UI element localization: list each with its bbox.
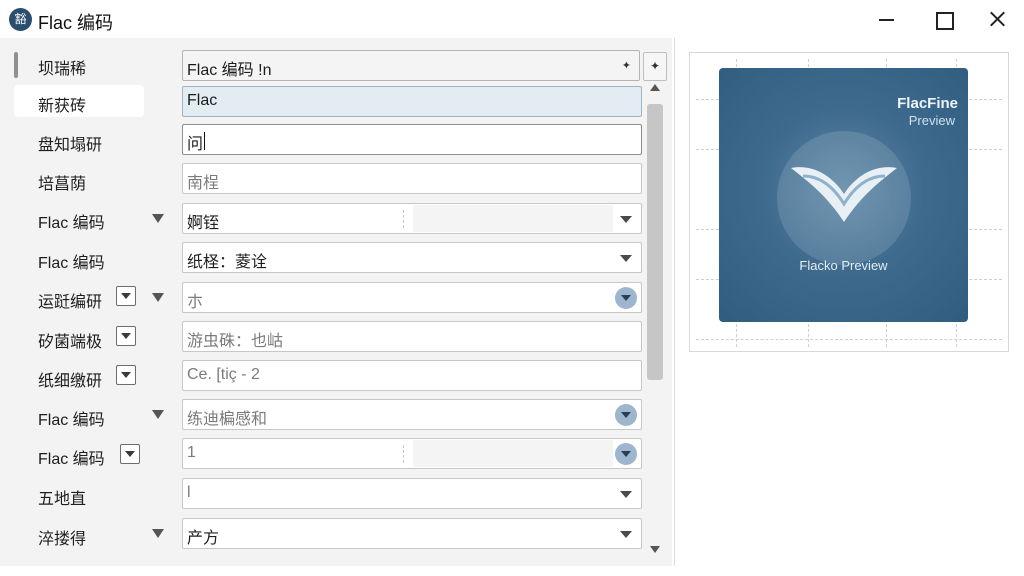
settings-panel: 坝瑞稀 Flac 编码 !n ✦ ✦ 新获砖 Flac 盘知塌研 问 培菖荫 南… bbox=[0, 38, 672, 566]
vertical-scrollbar[interactable] bbox=[645, 84, 665, 560]
title-bar: 豁 Flac 编码 bbox=[0, 0, 1024, 38]
field-value: 朩 bbox=[187, 294, 204, 311]
expand-arrow-icon[interactable] bbox=[152, 410, 164, 419]
scroll-down-arrow-icon[interactable] bbox=[650, 546, 660, 553]
row-label: Flac 编码 bbox=[38, 451, 105, 468]
setting-row-label: Flac 编码 bbox=[14, 399, 144, 431]
chevron-down-icon[interactable] bbox=[620, 255, 632, 262]
row-label: 新获砖 bbox=[38, 98, 87, 115]
app-logo-icon: 豁 bbox=[9, 8, 32, 31]
dropdown-select[interactable]: 练迪楄感和 bbox=[182, 399, 642, 430]
dropdown-circle-icon[interactable] bbox=[615, 404, 637, 426]
text-field[interactable]: 游虫硃：也岵 bbox=[182, 321, 642, 352]
text-field[interactable]: Ce. [tiç - 2 bbox=[182, 360, 642, 391]
setting-row-label: 培菖荫 bbox=[14, 163, 144, 195]
expand-arrow-icon[interactable] bbox=[152, 529, 164, 538]
row-label: 盘知塌研 bbox=[38, 137, 103, 154]
expand-arrow-icon[interactable] bbox=[152, 293, 164, 302]
field-value: 问 bbox=[187, 136, 204, 153]
pin-button[interactable]: ✦ bbox=[643, 52, 667, 81]
chevron-down-icon[interactable] bbox=[620, 531, 632, 538]
field-value: 南桯 bbox=[187, 175, 220, 192]
dropdown-select[interactable]: 婀铚 bbox=[182, 203, 642, 234]
preview-panel: FlacFine Preview Flacko Preview bbox=[675, 38, 1024, 566]
divider bbox=[403, 210, 404, 228]
chevron-down-icon[interactable] bbox=[620, 491, 632, 498]
row-label: 坝瑞稀 bbox=[38, 61, 87, 78]
setting-row-label: 坝瑞稀 bbox=[14, 48, 144, 80]
field-value: Ce. [tiç - 2 bbox=[187, 366, 260, 383]
row-label: 纸细缴研 bbox=[38, 373, 103, 390]
preview-frame: FlacFine Preview Flacko Preview bbox=[689, 52, 1009, 352]
dropdown-select[interactable]: l bbox=[182, 478, 642, 509]
dropdown-circle-icon[interactable] bbox=[615, 443, 637, 465]
setting-row-label[interactable]: 新获砖 bbox=[14, 85, 144, 117]
scroll-up-arrow-icon[interactable] bbox=[650, 84, 660, 91]
field-value: Flac bbox=[187, 92, 218, 109]
field-value: l bbox=[187, 484, 191, 501]
divider bbox=[403, 445, 404, 463]
dropdown-select[interactable]: 纸柽：菱诠 bbox=[182, 242, 642, 273]
dropdown-select[interactable]: 产方 bbox=[182, 518, 642, 549]
option-toggle[interactable] bbox=[116, 326, 136, 346]
disabled-area bbox=[413, 205, 613, 232]
field-value: 产方 bbox=[187, 530, 220, 547]
wing-logo-icon bbox=[791, 167, 897, 222]
option-toggle[interactable] bbox=[116, 286, 136, 306]
preset-selector[interactable]: Flac 编码 !n ✦ bbox=[182, 50, 640, 81]
dropdown-circle-icon[interactable] bbox=[615, 287, 637, 309]
cover-subtitle: Preview bbox=[908, 113, 955, 128]
disabled-area bbox=[413, 440, 613, 467]
dropdown-select[interactable]: 1 bbox=[182, 438, 642, 469]
expand-arrow-icon[interactable] bbox=[152, 214, 164, 223]
maximize-button[interactable] bbox=[916, 0, 970, 38]
option-toggle[interactable] bbox=[120, 444, 140, 464]
row-label: 五地直 bbox=[38, 491, 87, 508]
field-value: 纸柽：菱诠 bbox=[187, 254, 268, 271]
cover-caption: Flacko Preview bbox=[799, 258, 888, 273]
text-field[interactable]: 问 bbox=[182, 124, 642, 155]
row-label: Flac 编码 bbox=[38, 215, 105, 232]
row-label: 培菖荫 bbox=[38, 176, 87, 193]
row-label: 矽菌端极 bbox=[38, 334, 103, 351]
setting-row-label: 淬搂得 bbox=[14, 518, 144, 550]
close-button[interactable] bbox=[970, 0, 1024, 38]
cover-art-image: FlacFine Preview Flacko Preview bbox=[719, 68, 968, 322]
field-value: 练迪楄感和 bbox=[187, 411, 268, 428]
setting-row-label: 盘知塌研 bbox=[14, 124, 144, 156]
setting-row-label: Flac 编码 bbox=[14, 242, 144, 274]
minimize-button[interactable] bbox=[860, 0, 914, 38]
field-value: 游虫硃：也岵 bbox=[187, 333, 284, 350]
field-value: 婀铚 bbox=[187, 215, 220, 232]
preset-value: Flac 编码 !n bbox=[187, 62, 272, 79]
option-toggle[interactable] bbox=[116, 365, 136, 385]
row-label: 运跹编研 bbox=[38, 294, 103, 311]
cover-title: FlacFine bbox=[897, 95, 958, 112]
scrollbar-thumb[interactable] bbox=[647, 104, 663, 380]
setting-row-label: 五地直 bbox=[14, 478, 144, 510]
window-title: Flac 编码 bbox=[38, 13, 114, 33]
field-value: 1 bbox=[187, 444, 196, 461]
setting-row-label: Flac 编码 bbox=[14, 202, 144, 234]
row-label: 淬搂得 bbox=[38, 531, 87, 548]
row-label: Flac 编码 bbox=[38, 412, 105, 429]
text-field[interactable]: Flac bbox=[182, 86, 642, 117]
row-label: Flac 编码 bbox=[38, 255, 105, 272]
text-cursor bbox=[204, 132, 205, 150]
chevron-down-icon[interactable] bbox=[620, 216, 632, 223]
dropdown-select[interactable]: 朩 bbox=[182, 282, 642, 313]
text-field[interactable]: 南桯 bbox=[182, 163, 642, 194]
pin-small-icon[interactable]: ✦ bbox=[622, 59, 631, 72]
